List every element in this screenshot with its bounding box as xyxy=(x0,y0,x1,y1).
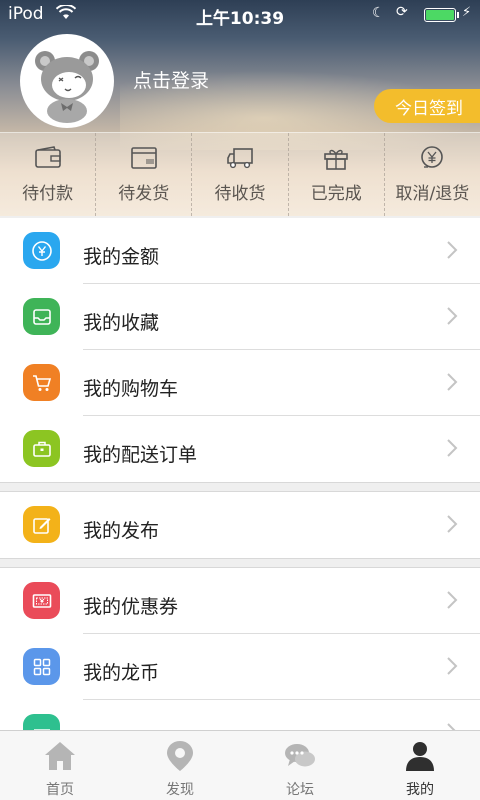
tab-bar: 首页 发现 论坛 我的 xyxy=(0,730,480,800)
tab-label: 发现 xyxy=(166,782,194,798)
order-cancel-return[interactable]: 取消/退货 xyxy=(385,133,480,216)
bear-avatar-icon xyxy=(23,37,111,125)
order-label: 待收货 xyxy=(214,184,266,204)
menu-item-label: 我的金额 xyxy=(83,246,160,268)
menu-item-label: 我的收藏 xyxy=(83,312,160,334)
rotation-lock-icon: ⟳ xyxy=(396,4,408,20)
section-gap xyxy=(0,558,480,568)
charging-icon: ⚡ xyxy=(462,5,472,20)
cart-icon xyxy=(23,364,60,401)
order-pending-payment[interactable]: 待付款 xyxy=(0,133,97,216)
clock: 上午10:39 xyxy=(195,9,285,29)
menu-item-label: 我的龙币 xyxy=(83,662,160,684)
edit-icon xyxy=(23,506,60,543)
tab-mine[interactable]: 我的 xyxy=(360,731,480,800)
chevron-right-icon xyxy=(447,307,458,325)
tab-label: 首页 xyxy=(46,782,74,798)
order-status-bar: 待付款 待发货 待收货 已完成 取消/退货 xyxy=(0,132,480,216)
checkin-button[interactable]: 今日签到 xyxy=(374,89,480,123)
tab-discover[interactable]: 发现 xyxy=(120,731,240,800)
tab-forum[interactable]: 论坛 xyxy=(240,731,360,800)
menu-item-balance[interactable]: 我的金额 xyxy=(0,218,480,284)
yen-coin-icon xyxy=(23,232,60,269)
briefcase-icon xyxy=(23,430,60,467)
order-completed[interactable]: 已完成 xyxy=(289,133,385,216)
home-icon xyxy=(45,742,75,770)
menu-item-coupons[interactable]: 我的优惠券 xyxy=(0,568,480,634)
truck-icon xyxy=(227,148,253,169)
moon-icon: ☾ xyxy=(372,5,385,21)
avatar[interactable] xyxy=(20,34,114,128)
chevron-right-icon xyxy=(447,439,458,457)
section-gap xyxy=(0,482,480,492)
menu-item-delivery-orders[interactable]: 我的配送订单 xyxy=(0,416,480,482)
menu-item-cart[interactable]: 我的购物车 xyxy=(0,350,480,416)
tab-label: 论坛 xyxy=(286,782,314,798)
box-icon xyxy=(130,147,157,169)
order-label: 取消/退货 xyxy=(395,184,470,204)
wallet-icon xyxy=(34,146,61,168)
menu-item-my-posts[interactable]: 我的发布 xyxy=(0,492,480,558)
tab-home[interactable]: 首页 xyxy=(0,731,120,800)
order-pending-receipt[interactable]: 待收货 xyxy=(192,133,289,216)
coupon-icon xyxy=(23,582,60,619)
battery-tip xyxy=(457,12,459,18)
person-icon xyxy=(406,742,434,771)
chevron-right-icon xyxy=(447,515,458,533)
gift-icon xyxy=(324,149,349,170)
menu-item-dragon-coins[interactable]: 我的龙币 xyxy=(0,634,480,700)
login-link[interactable]: 点击登录 xyxy=(133,66,209,93)
order-label: 待发货 xyxy=(118,184,170,204)
menu-group-publish: 我的发布 xyxy=(0,492,480,558)
battery-icon xyxy=(424,8,456,22)
menu-list: 我的金额 我的收藏 我的购物车 我的配送订单 我的发布 我的优惠券 我的龙币 xyxy=(0,218,480,766)
yen-refund-icon xyxy=(421,146,444,168)
menu-item-label: 我的购物车 xyxy=(83,378,179,400)
chevron-right-icon xyxy=(447,241,458,259)
grid-icon xyxy=(23,648,60,685)
chevron-right-icon xyxy=(447,657,458,675)
chat-icon xyxy=(285,744,315,767)
tray-icon xyxy=(23,298,60,335)
menu-item-favorites[interactable]: 我的收藏 xyxy=(0,284,480,350)
order-label: 待付款 xyxy=(22,184,74,204)
status-bar: iPod 上午10:39 ☾ ⟳ ⚡ xyxy=(0,0,480,30)
menu-item-label: 我的发布 xyxy=(83,520,160,542)
chevron-right-icon xyxy=(447,373,458,391)
menu-item-label: 我的优惠券 xyxy=(83,596,179,618)
menu-item-label: 我的配送订单 xyxy=(83,444,198,466)
order-label: 已完成 xyxy=(310,184,362,204)
chevron-right-icon xyxy=(447,591,458,609)
order-pending-shipment[interactable]: 待发货 xyxy=(96,133,193,216)
tab-label: 我的 xyxy=(406,782,434,798)
menu-group-account: 我的金额 我的收藏 我的购物车 我的配送订单 xyxy=(0,218,480,482)
location-icon xyxy=(167,741,193,771)
